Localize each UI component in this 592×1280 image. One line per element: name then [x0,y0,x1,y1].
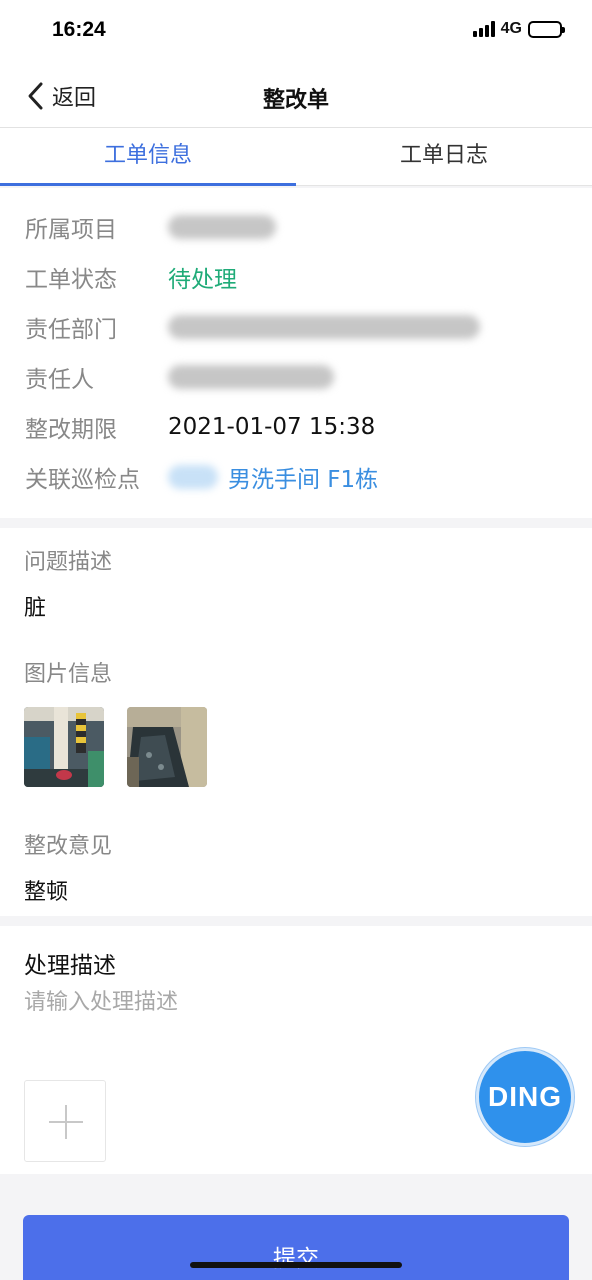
redacted-project-value [168,215,276,239]
info-row-status: 工单状态 待处理 [0,252,592,302]
status-bar: 16:24 4G [0,0,592,66]
info-row-checkpoint: 关联巡检点 男洗手间 F1栋 [0,452,592,502]
department-label: 责任部门 [25,317,117,343]
work-order-info-card: 所属项目 工单状态 待处理 责任部门 责任人 整改期限 2021-01-07 1… [0,188,592,518]
page-title: 整改单 [262,88,329,113]
advice-value: 整顿 [24,880,69,905]
redacted-checkpoint-prefix [168,465,218,489]
signal-icon [472,21,495,37]
info-row-owner: 责任人 [0,352,592,402]
add-image-button[interactable] [24,1080,106,1162]
deadline-value: 2021-01-07 15:38 [168,414,376,440]
network-type: 4G [500,20,522,37]
ding-button[interactable]: DING [476,1048,574,1146]
photo-image [127,707,207,787]
problem-label: 问题描述 [24,550,113,575]
handling-title: 处理描述 [24,953,116,979]
redacted-department-value [168,315,480,339]
checkpoint-link[interactable]: 男洗手间 F1栋 [228,460,378,494]
tab-work-order-log[interactable]: 工单日志 [296,128,592,185]
home-indicator [190,1262,402,1268]
nav-bar: 返回 整改单 [0,66,592,128]
advice-label: 整改意见 [24,834,113,859]
problem-value: 脏 [24,596,47,621]
photo-thumbnail[interactable] [24,707,104,787]
redacted-owner-value [168,365,334,389]
checkpoint-label: 关联巡检点 [25,467,140,493]
photo-thumbnail[interactable] [127,707,207,787]
photo-image [24,707,104,787]
info-row-project: 所属项目 [0,202,592,252]
status-time: 16:24 [52,18,106,41]
images-label: 图片信息 [24,662,113,687]
status-value: 待处理 [168,267,237,293]
tab-bar: 工单信息 工单日志 [0,128,592,186]
info-row-deadline: 整改期限 2021-01-07 15:38 [0,402,592,452]
info-row-department: 责任部门 [0,302,592,352]
owner-label: 责任人 [25,367,94,393]
battery-icon [528,20,565,38]
deadline-label: 整改期限 [25,417,117,443]
tab-work-order-info[interactable]: 工单信息 [0,128,296,186]
project-label: 所属项目 [25,217,117,243]
handling-description-input[interactable] [24,984,568,1064]
status-label: 工单状态 [25,267,117,293]
status-icons: 4G [472,20,565,38]
submit-button[interactable]: 提交 [23,1215,569,1280]
problem-details-card: 问题描述 脏 图片信息 整改意见 整顿 [0,528,592,916]
